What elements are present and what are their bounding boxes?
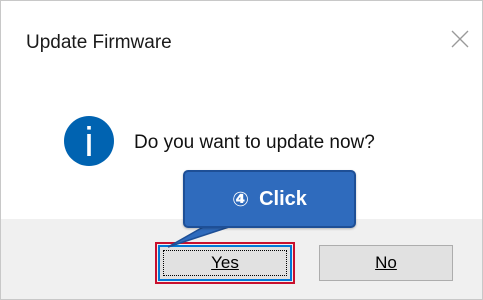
dialog-message: Do you want to update now? xyxy=(134,132,375,153)
close-icon xyxy=(451,30,469,48)
step-number: ④ xyxy=(232,188,250,211)
yes-button[interactable]: Yes xyxy=(155,242,295,284)
button-area: Yes No xyxy=(1,219,482,299)
close-button[interactable] xyxy=(448,27,472,51)
no-button[interactable]: No xyxy=(319,245,453,281)
dialog-title: Update Firmware xyxy=(26,32,172,53)
yes-button-label: Yes xyxy=(211,253,239,272)
info-icon xyxy=(63,115,115,167)
update-firmware-dialog: Update Firmware Do you want to update no… xyxy=(0,0,483,300)
no-button-label: No xyxy=(375,253,397,272)
title-bar: Update Firmware xyxy=(1,1,482,81)
step-callout: ④ Click xyxy=(183,170,356,228)
step-label: Click xyxy=(259,187,307,210)
